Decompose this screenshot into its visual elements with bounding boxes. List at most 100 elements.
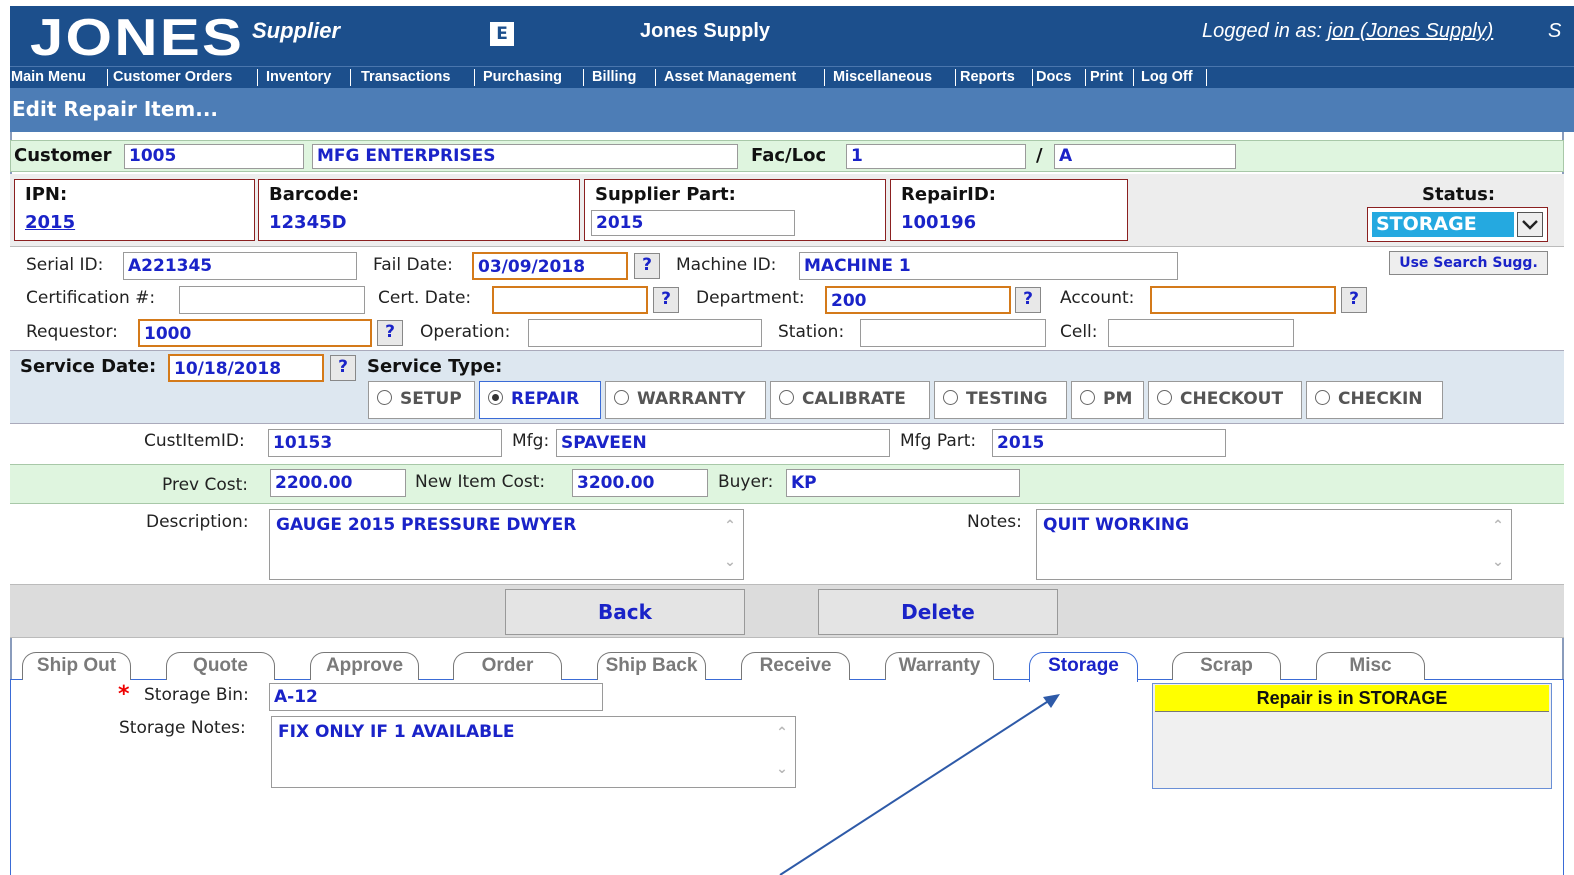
delete-button[interactable]: Delete — [818, 589, 1058, 635]
option-label: TESTING — [966, 389, 1048, 409]
menu-print[interactable]: Print — [1090, 67, 1123, 87]
serial-field[interactable]: A221345 — [123, 252, 357, 280]
service-type-repair[interactable]: REPAIR — [479, 381, 601, 419]
chevron-down-icon[interactable] — [1517, 212, 1543, 237]
cust-item-id-field[interactable]: 10153 — [268, 429, 502, 457]
radio-icon — [1080, 390, 1095, 405]
service-type-setup[interactable]: SETUP — [368, 381, 475, 419]
company-name: Jones Supply — [640, 20, 771, 42]
tab-quote[interactable]: Quote — [166, 652, 275, 680]
scroll-up-icon[interactable]: ⌃ — [1489, 519, 1507, 533]
scroll-down-icon[interactable]: ⌄ — [721, 555, 739, 569]
storage-notes-text: FIX ONLY IF 1 AVAILABLE — [278, 722, 515, 742]
description-label: Description: — [146, 512, 249, 532]
cert-date-field[interactable] — [492, 286, 648, 314]
buyer-field[interactable]: KP — [786, 469, 1020, 497]
account-help-button[interactable]: ? — [1341, 287, 1367, 313]
menu-reports[interactable]: Reports — [960, 67, 1015, 87]
tab-approve[interactable]: Approve — [310, 652, 419, 680]
status-select[interactable]: STORAGE — [1367, 207, 1548, 242]
fail-date-help-button[interactable]: ? — [634, 253, 660, 279]
tab-order[interactable]: Order — [453, 652, 562, 680]
certification-field[interactable] — [179, 286, 365, 314]
supplier-part-box: Supplier Part: 2015 — [584, 179, 886, 241]
service-date-field[interactable]: 10/18/2018 — [168, 354, 324, 382]
new-item-cost-field[interactable]: 3200.00 — [572, 469, 708, 497]
tab-ship-out[interactable]: Ship Out — [22, 652, 131, 680]
account-field[interactable] — [1150, 286, 1336, 314]
notes-label: Notes: — [967, 512, 1022, 532]
department-field[interactable]: 200 — [825, 286, 1011, 314]
tab-scrap[interactable]: Scrap — [1172, 652, 1281, 680]
requestor-help-button[interactable]: ? — [377, 320, 403, 346]
radio-icon — [614, 390, 629, 405]
cert-date-help-button[interactable]: ? — [653, 287, 679, 313]
scroll-down-icon[interactable]: ⌄ — [773, 762, 791, 776]
menu-inventory[interactable]: Inventory — [266, 67, 331, 87]
tab-ship-back[interactable]: Ship Back — [597, 652, 706, 680]
description-textarea[interactable]: GAUGE 2015 PRESSURE DWYER ⌃ ⌄ — [269, 509, 744, 580]
main-menu-bar: Main Menu Customer Orders Inventory Tran… — [10, 66, 1574, 88]
prev-cost-field[interactable]: 2200.00 — [270, 469, 406, 497]
jones-logo: JONES — [30, 9, 245, 67]
menu-divider — [1133, 69, 1134, 86]
tab-storage[interactable]: Storage — [1029, 652, 1138, 682]
fail-date-field[interactable]: 03/09/2018 — [472, 252, 628, 280]
machine-id-field[interactable]: MACHINE 1 — [799, 252, 1178, 280]
department-help-button[interactable]: ? — [1015, 287, 1041, 313]
ipn-link[interactable]: 2015 — [25, 212, 75, 233]
tab-warranty[interactable]: Warranty — [885, 652, 994, 680]
storage-notes-textarea[interactable]: FIX ONLY IF 1 AVAILABLE ⌃ ⌄ — [271, 716, 796, 788]
station-field[interactable] — [860, 319, 1046, 347]
use-search-suggestions-button[interactable]: Use Search Sugg. — [1389, 251, 1548, 275]
customer-label: Customer — [14, 145, 112, 166]
menu-divider — [1032, 69, 1033, 86]
mfg-part-field[interactable]: 2015 — [992, 429, 1226, 457]
service-type-calibrate[interactable]: CALIBRATE — [770, 381, 930, 419]
logged-in-text: Logged in as: jon (Jones Supply) — [1202, 20, 1493, 43]
menu-log-off[interactable]: Log Off — [1141, 67, 1193, 87]
service-type-checkout[interactable]: CHECKOUT — [1148, 381, 1302, 419]
menu-purchasing[interactable]: Purchasing — [483, 67, 562, 87]
scroll-up-icon[interactable]: ⌃ — [721, 519, 739, 533]
back-button[interactable]: Back — [505, 589, 745, 635]
mfg-field[interactable]: SPAVEEN — [556, 429, 890, 457]
menu-miscellaneous[interactable]: Miscellaneous — [833, 67, 932, 87]
operation-field[interactable] — [528, 319, 762, 347]
storage-bin-field[interactable]: A-12 — [269, 683, 603, 711]
requestor-label: Requestor: — [26, 322, 118, 342]
facloc-separator: / — [1036, 145, 1043, 166]
menu-divider — [350, 69, 351, 86]
menu-divider — [257, 69, 258, 86]
customer-id-field[interactable]: 1005 — [124, 144, 304, 169]
customer-name-field[interactable]: MFG ENTERPRISES — [312, 144, 738, 169]
service-type-warranty[interactable]: WARRANTY — [605, 381, 766, 419]
certification-label: Certification #: — [26, 288, 156, 308]
department-label: Department: — [696, 288, 805, 308]
fac-field[interactable]: 1 — [846, 144, 1026, 169]
service-type-checkin[interactable]: CHECKIN — [1306, 381, 1443, 419]
supplier-part-field[interactable]: 2015 — [591, 210, 795, 236]
cell-field[interactable] — [1108, 319, 1294, 347]
menu-customer-orders[interactable]: Customer Orders — [113, 67, 232, 87]
storage-bin-label: Storage Bin: — [144, 685, 249, 705]
notes-textarea[interactable]: QUIT WORKING ⌃ ⌄ — [1036, 509, 1512, 580]
logged-user-link[interactable]: jon (Jones Supply) — [1328, 20, 1494, 42]
menu-billing[interactable]: Billing — [592, 67, 636, 87]
service-type-pm[interactable]: PM — [1071, 381, 1144, 419]
e-badge-icon[interactable]: E — [490, 22, 514, 46]
storage-notes-label: Storage Notes: — [119, 718, 246, 738]
scroll-down-icon[interactable]: ⌄ — [1489, 555, 1507, 569]
menu-docs[interactable]: Docs — [1036, 67, 1071, 87]
scroll-up-icon[interactable]: ⌃ — [773, 726, 791, 740]
menu-asset-management[interactable]: Asset Management — [664, 67, 796, 87]
menu-main-menu[interactable]: Main Menu — [11, 67, 86, 87]
tab-misc[interactable]: Misc — [1316, 652, 1425, 680]
service-date-help-button[interactable]: ? — [330, 355, 356, 381]
tab-receive[interactable]: Receive — [741, 652, 850, 680]
menu-transactions[interactable]: Transactions — [361, 67, 450, 87]
service-type-testing[interactable]: TESTING — [934, 381, 1067, 419]
requestor-field[interactable]: 1000 — [138, 319, 372, 347]
loc-field[interactable]: A — [1054, 144, 1236, 169]
option-label: SETUP — [400, 389, 462, 409]
